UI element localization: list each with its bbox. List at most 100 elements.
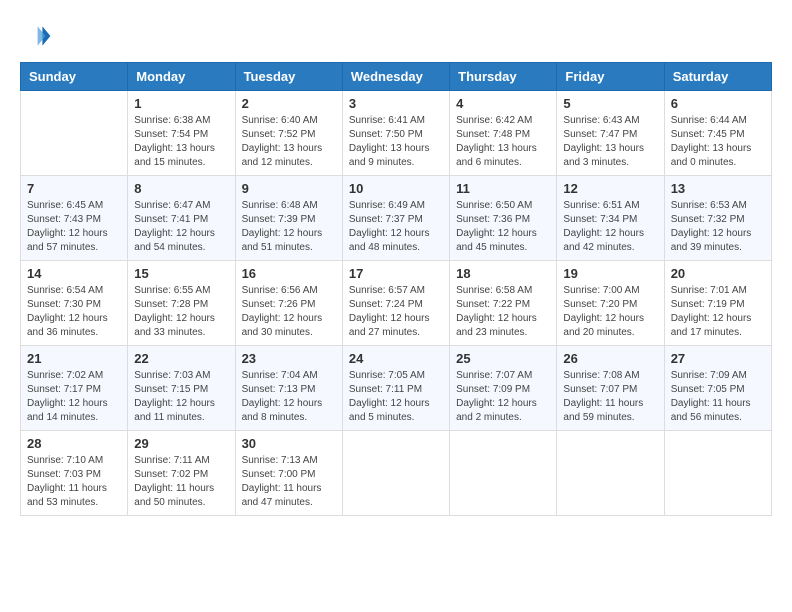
calendar-cell: 9 Sunrise: 6:48 AM Sunset: 7:39 PM Daylig… [235,176,342,261]
day-info: Sunrise: 6:54 AM Sunset: 7:30 PM Dayligh… [27,284,121,340]
calendar-week-5: 28 Sunrise: 7:10 AM Sunset: 7:03 PM Dayli… [21,431,772,516]
day-number: 24 [349,351,443,366]
day-info: Sunrise: 6:55 AM Sunset: 7:28 PM Dayligh… [134,284,228,340]
day-info: Sunrise: 6:48 AM Sunset: 7:39 PM Dayligh… [242,199,336,255]
calendar-header-row: SundayMondayTuesdayWednesdayThursdayFrid… [21,63,772,91]
day-number: 8 [134,181,228,196]
calendar-cell: 16 Sunrise: 6:56 AM Sunset: 7:26 PM Dayli… [235,261,342,346]
calendar-cell: 28 Sunrise: 7:10 AM Sunset: 7:03 PM Dayli… [21,431,128,516]
day-number: 22 [134,351,228,366]
day-info: Sunrise: 6:45 AM Sunset: 7:43 PM Dayligh… [27,199,121,255]
calendar-cell [342,431,449,516]
day-number: 9 [242,181,336,196]
day-number: 6 [671,96,765,111]
day-header-tuesday: Tuesday [235,63,342,91]
day-info: Sunrise: 7:05 AM Sunset: 7:11 PM Dayligh… [349,369,443,425]
calendar-cell: 14 Sunrise: 6:54 AM Sunset: 7:30 PM Dayli… [21,261,128,346]
day-info: Sunrise: 7:02 AM Sunset: 7:17 PM Dayligh… [27,369,121,425]
day-header-wednesday: Wednesday [342,63,449,91]
calendar-cell: 2 Sunrise: 6:40 AM Sunset: 7:52 PM Daylig… [235,91,342,176]
day-info: Sunrise: 6:40 AM Sunset: 7:52 PM Dayligh… [242,114,336,170]
calendar-week-1: 1Sunrise: 6:38 AM Sunset: 7:54 PM Daylig… [21,91,772,176]
calendar-cell: 19Sunrise: 7:00 AM Sunset: 7:20 PM Dayli… [557,261,664,346]
day-info: Sunrise: 6:51 AM Sunset: 7:34 PM Dayligh… [563,199,657,255]
day-number: 28 [27,436,121,451]
day-header-saturday: Saturday [664,63,771,91]
calendar-cell: 5 Sunrise: 6:43 AM Sunset: 7:47 PM Daylig… [557,91,664,176]
day-number: 13 [671,181,765,196]
day-number: 25 [456,351,550,366]
calendar-cell: 15 Sunrise: 6:55 AM Sunset: 7:28 PM Dayli… [128,261,235,346]
calendar-cell: 27Sunrise: 7:09 AM Sunset: 7:05 PM Dayli… [664,346,771,431]
day-number: 26 [563,351,657,366]
day-info: Sunrise: 7:03 AM Sunset: 7:15 PM Dayligh… [134,369,228,425]
logo [20,20,56,52]
day-number: 16 [242,266,336,281]
day-number: 20 [671,266,765,281]
day-number: 23 [242,351,336,366]
calendar-cell: 25 Sunrise: 7:07 AM Sunset: 7:09 PM Dayli… [450,346,557,431]
day-header-thursday: Thursday [450,63,557,91]
day-info: Sunrise: 7:11 AM Sunset: 7:02 PM Dayligh… [134,454,228,510]
calendar-cell: 12 Sunrise: 6:51 AM Sunset: 7:34 PM Dayli… [557,176,664,261]
day-number: 7 [27,181,121,196]
day-header-monday: Monday [128,63,235,91]
calendar-cell: 21 Sunrise: 7:02 AM Sunset: 7:17 PM Dayli… [21,346,128,431]
day-info: Sunrise: 6:38 AM Sunset: 7:54 PM Dayligh… [134,114,228,170]
day-info: Sunrise: 7:09 AM Sunset: 7:05 PM Dayligh… [671,369,765,425]
calendar-week-4: 21 Sunrise: 7:02 AM Sunset: 7:17 PM Dayli… [21,346,772,431]
day-number: 5 [563,96,657,111]
day-number: 29 [134,436,228,451]
day-number: 2 [242,96,336,111]
day-number: 30 [242,436,336,451]
day-info: Sunrise: 6:43 AM Sunset: 7:47 PM Dayligh… [563,114,657,170]
day-number: 15 [134,266,228,281]
page-header [20,20,772,52]
calendar-cell: 23Sunrise: 7:04 AM Sunset: 7:13 PM Dayli… [235,346,342,431]
day-info: Sunrise: 6:41 AM Sunset: 7:50 PM Dayligh… [349,114,443,170]
calendar-cell: 7 Sunrise: 6:45 AM Sunset: 7:43 PM Daylig… [21,176,128,261]
calendar-cell: 8 Sunrise: 6:47 AM Sunset: 7:41 PM Daylig… [128,176,235,261]
day-info: Sunrise: 6:49 AM Sunset: 7:37 PM Dayligh… [349,199,443,255]
calendar-cell: 6 Sunrise: 6:44 AM Sunset: 7:45 PM Daylig… [664,91,771,176]
calendar-table: SundayMondayTuesdayWednesdayThursdayFrid… [20,62,772,516]
day-number: 12 [563,181,657,196]
calendar-cell: 18 Sunrise: 6:58 AM Sunset: 7:22 PM Dayli… [450,261,557,346]
calendar-cell: 17 Sunrise: 6:57 AM Sunset: 7:24 PM Dayli… [342,261,449,346]
day-header-friday: Friday [557,63,664,91]
day-info: Sunrise: 6:58 AM Sunset: 7:22 PM Dayligh… [456,284,550,340]
calendar-cell: 11Sunrise: 6:50 AM Sunset: 7:36 PM Dayli… [450,176,557,261]
calendar-cell: 26 Sunrise: 7:08 AM Sunset: 7:07 PM Dayli… [557,346,664,431]
calendar-cell [450,431,557,516]
day-number: 17 [349,266,443,281]
calendar-cell: 10 Sunrise: 6:49 AM Sunset: 7:37 PM Dayli… [342,176,449,261]
calendar-cell: 30 Sunrise: 7:13 AM Sunset: 7:00 PM Dayli… [235,431,342,516]
calendar-cell: 24 Sunrise: 7:05 AM Sunset: 7:11 PM Dayli… [342,346,449,431]
day-info: Sunrise: 6:44 AM Sunset: 7:45 PM Dayligh… [671,114,765,170]
day-info: Sunrise: 6:47 AM Sunset: 7:41 PM Dayligh… [134,199,228,255]
day-number: 3 [349,96,443,111]
day-info: Sunrise: 6:50 AM Sunset: 7:36 PM Dayligh… [456,199,550,255]
day-info: Sunrise: 7:10 AM Sunset: 7:03 PM Dayligh… [27,454,121,510]
day-number: 14 [27,266,121,281]
day-number: 19 [563,266,657,281]
logo-icon [20,20,52,52]
calendar-week-3: 14 Sunrise: 6:54 AM Sunset: 7:30 PM Dayli… [21,261,772,346]
day-info: Sunrise: 6:53 AM Sunset: 7:32 PM Dayligh… [671,199,765,255]
day-info: Sunrise: 7:07 AM Sunset: 7:09 PM Dayligh… [456,369,550,425]
calendar-cell: 20 Sunrise: 7:01 AM Sunset: 7:19 PM Dayli… [664,261,771,346]
calendar-cell: 29 Sunrise: 7:11 AM Sunset: 7:02 PM Dayli… [128,431,235,516]
day-number: 21 [27,351,121,366]
day-number: 4 [456,96,550,111]
day-info: Sunrise: 6:57 AM Sunset: 7:24 PM Dayligh… [349,284,443,340]
calendar-cell: 1Sunrise: 6:38 AM Sunset: 7:54 PM Daylig… [128,91,235,176]
day-info: Sunrise: 7:01 AM Sunset: 7:19 PM Dayligh… [671,284,765,340]
day-info: Sunrise: 7:13 AM Sunset: 7:00 PM Dayligh… [242,454,336,510]
calendar-cell [557,431,664,516]
calendar-cell: 4Sunrise: 6:42 AM Sunset: 7:48 PM Daylig… [450,91,557,176]
calendar-cell: 3 Sunrise: 6:41 AM Sunset: 7:50 PM Daylig… [342,91,449,176]
day-info: Sunrise: 7:08 AM Sunset: 7:07 PM Dayligh… [563,369,657,425]
day-info: Sunrise: 6:56 AM Sunset: 7:26 PM Dayligh… [242,284,336,340]
day-number: 18 [456,266,550,281]
day-number: 10 [349,181,443,196]
